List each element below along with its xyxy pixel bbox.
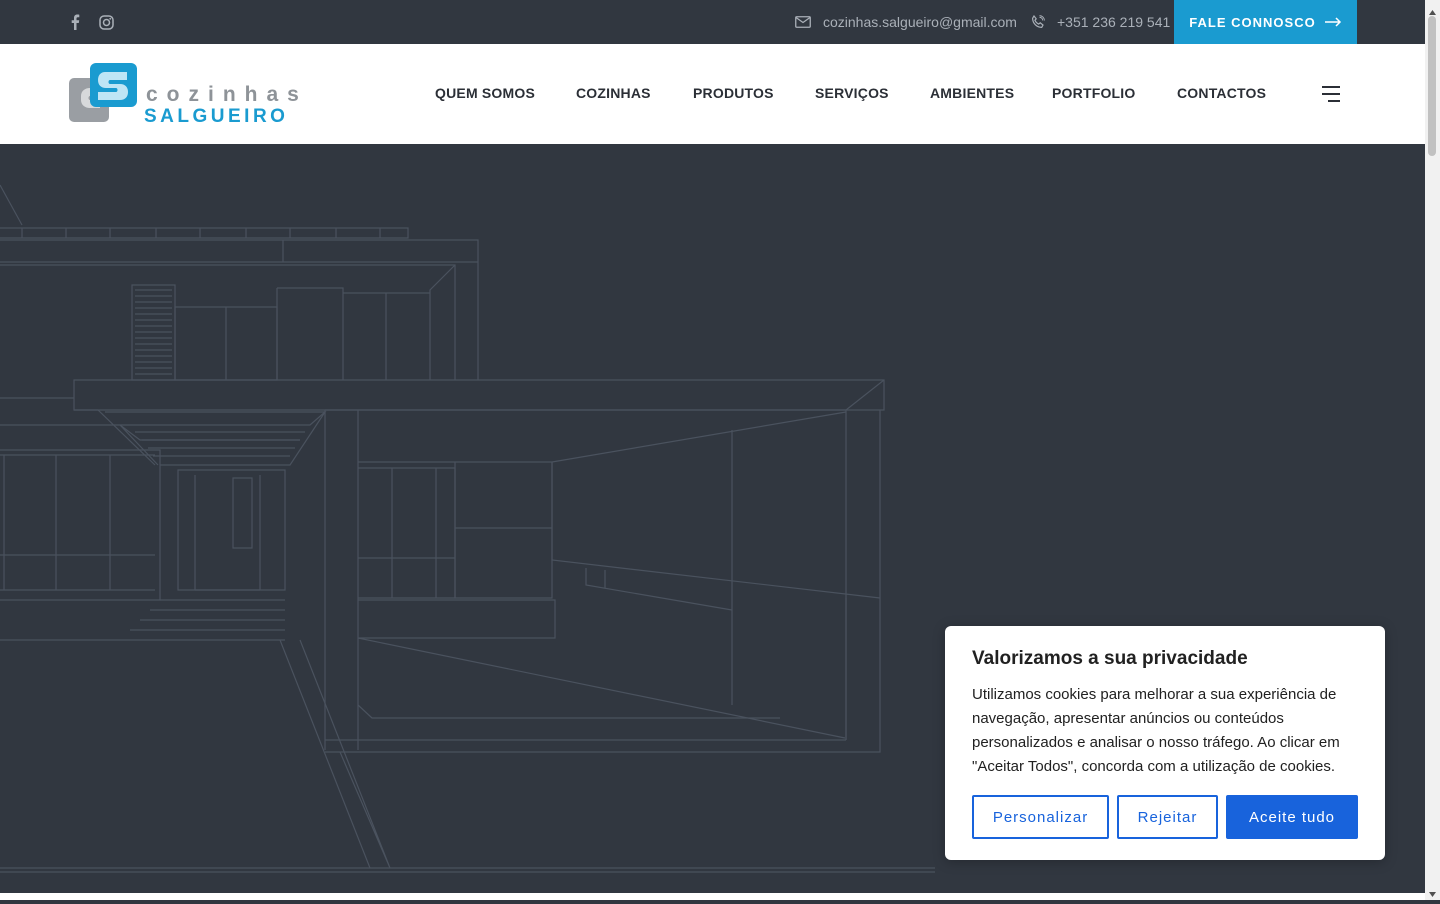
facebook-icon[interactable]	[65, 12, 85, 32]
reject-button[interactable]: Rejeitar	[1117, 795, 1218, 839]
nav-item-ambientes[interactable]: AMBIENTES	[930, 85, 1014, 101]
scroll-down-arrow-icon[interactable]	[1428, 886, 1437, 897]
nav-item-portfolio[interactable]: PORTFOLIO	[1052, 85, 1135, 101]
customize-button[interactable]: Personalizar	[972, 795, 1109, 839]
scrollbar-thumb[interactable]	[1428, 16, 1436, 156]
email-text: cozinhas.salgueiro@gmail.com	[823, 14, 1017, 30]
instagram-icon[interactable]	[96, 12, 116, 32]
phone-text: +351 236 219 541	[1057, 14, 1171, 30]
nav-item-servicos[interactable]: SERVIÇOS	[815, 85, 889, 101]
site-logo[interactable]: cozinhas SALGUEIRO	[68, 62, 299, 127]
cookie-consent-banner: Valorizamos a sua privacidade Utilizamos…	[945, 626, 1385, 860]
logo-line1: cozinhas	[146, 83, 298, 106]
bottom-edge	[0, 893, 1425, 900]
phone-icon	[1031, 15, 1045, 29]
email-link[interactable]: cozinhas.salgueiro@gmail.com	[795, 0, 1017, 44]
nav-item-quem-somos[interactable]: QUEM SOMOS	[435, 85, 535, 101]
top-bar: cozinhas.salgueiro@gmail.com +351 236 21…	[0, 0, 1425, 44]
nav-item-contactos[interactable]: CONTACTOS	[1177, 85, 1266, 101]
menu-toggle-icon[interactable]	[1318, 82, 1344, 106]
contact-us-button[interactable]: FALE CONNOSCO	[1174, 0, 1357, 44]
cookie-title: Valorizamos a sua privacidade	[972, 648, 1248, 669]
scroll-up-arrow-icon[interactable]	[1428, 4, 1437, 15]
nav-item-produtos[interactable]: PRODUTOS	[693, 85, 774, 101]
accept-all-button[interactable]: Aceite tudo	[1226, 795, 1358, 839]
nav-item-cozinhas[interactable]: COZINHAS	[576, 85, 651, 101]
arrow-right-icon	[1324, 17, 1341, 27]
phone-link[interactable]: +351 236 219 541	[1031, 0, 1170, 44]
contact-us-label: FALE CONNOSCO	[1189, 14, 1316, 30]
envelope-icon	[795, 16, 811, 28]
cookie-description: Utilizamos cookies para melhorar a sua e…	[972, 686, 1340, 775]
logo-line2: SALGUEIRO	[144, 106, 288, 126]
